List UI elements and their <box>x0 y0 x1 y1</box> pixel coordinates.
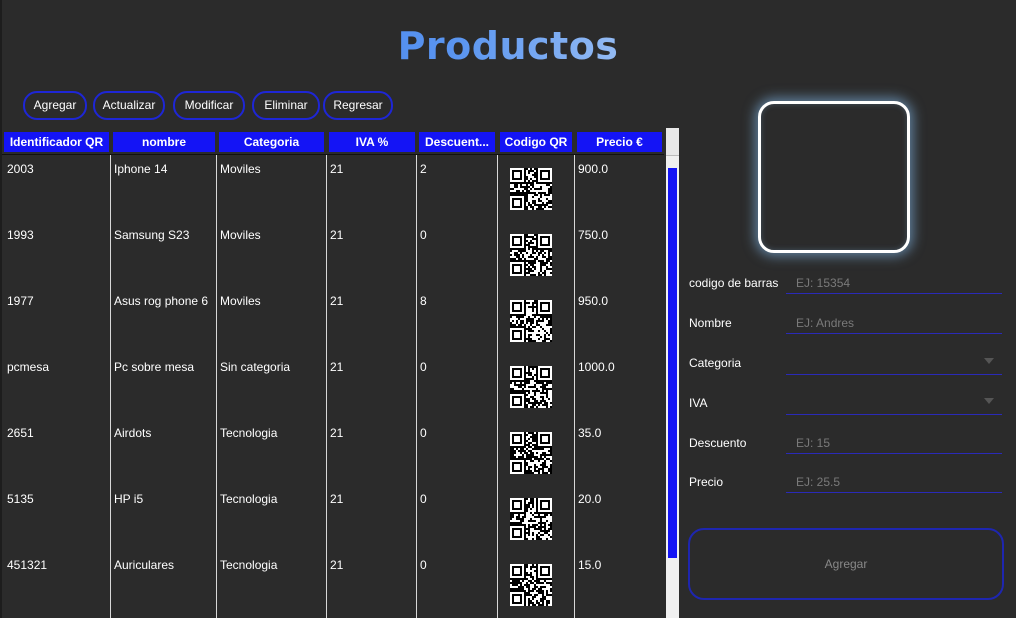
cell-nombre: Samsung S23 <box>114 228 190 242</box>
nombre-field[interactable] <box>786 312 1002 334</box>
column-header-codigo-qr[interactable]: Codigo QR <box>500 132 572 152</box>
cell-id: 2651 <box>7 426 34 440</box>
column-header-descuento[interactable]: Descuent... <box>419 132 495 152</box>
cell-id: 2003 <box>7 162 34 176</box>
table-row[interactable]: 1993 Samsung S23 Moviles 21 0 750.0 <box>2 221 664 287</box>
cell-categoria: Tecnologia <box>220 558 278 572</box>
cell-precio: 950.0 <box>578 294 609 308</box>
qr-code-icon <box>510 300 552 342</box>
cell-iva: 21 <box>330 426 344 440</box>
scrollbar-thumb[interactable] <box>668 168 677 558</box>
cell-descuento: 2 <box>420 162 427 176</box>
cell-nombre: HP i5 <box>114 492 144 506</box>
cell-precio: 900.0 <box>578 162 609 176</box>
cell-precio: 35.0 <box>578 426 602 440</box>
qr-code-icon <box>510 168 552 210</box>
cell-nombre: Airdots <box>114 426 152 440</box>
cell-categoria: Moviles <box>220 294 261 308</box>
categoria-label: Categoria <box>689 356 742 370</box>
iva-select[interactable] <box>786 393 1002 415</box>
cell-iva: 21 <box>330 162 344 176</box>
cell-precio: 750.0 <box>578 228 609 242</box>
cell-categoria: Moviles <box>220 162 261 176</box>
descuento-label: Descuento <box>689 436 747 450</box>
chevron-down-icon <box>984 398 994 404</box>
table-row[interactable]: 2003 Iphone 14 Moviles 21 2 900.0 <box>2 155 664 221</box>
cell-id: 451321 <box>7 558 48 572</box>
codigo-field[interactable] <box>786 272 1002 294</box>
table-row[interactable]: 1977 Asus rog phone 6 Moviles 21 8 950.0 <box>2 287 664 353</box>
cell-iva: 21 <box>330 558 344 572</box>
modificar-button[interactable]: Modificar <box>173 91 245 120</box>
qr-preview-frame <box>758 101 910 253</box>
column-header-iva[interactable]: IVA % <box>329 132 415 152</box>
column-header-categoria[interactable]: Categoria <box>219 132 324 152</box>
cell-descuento: 0 <box>420 426 427 440</box>
qr-code-icon <box>510 366 552 408</box>
table-row[interactable]: 2651 Airdots Tecnologia 21 0 35.0 <box>2 419 664 485</box>
agregar-button[interactable]: Agregar <box>23 91 87 120</box>
qr-code-icon <box>510 498 552 540</box>
cell-id: pcmesa <box>7 360 50 374</box>
cell-categoria: Moviles <box>220 228 261 242</box>
cell-id: 1993 <box>7 228 34 242</box>
cell-descuento: 0 <box>420 228 427 242</box>
regresar-button[interactable]: Regresar <box>323 91 393 120</box>
cell-iva: 21 <box>330 294 344 308</box>
cell-iva: 21 <box>330 228 344 242</box>
descuento-field[interactable] <box>786 432 1002 454</box>
arrow-up-icon[interactable] <box>666 128 679 156</box>
cell-nombre: Iphone 14 <box>114 162 168 176</box>
cell-descuento: 0 <box>420 360 427 374</box>
column-header-precio[interactable]: Precio € <box>577 132 662 152</box>
cell-precio: 20.0 <box>578 492 602 506</box>
column-header-nombre[interactable]: nombre <box>113 132 215 152</box>
cell-categoria: Tecnologia <box>220 426 278 440</box>
precio-field[interactable] <box>786 471 1002 493</box>
cell-nombre: Asus rog phone 6 <box>114 294 209 308</box>
products-table[interactable]: Identificador QR nombre Categoria IVA % … <box>2 128 679 618</box>
cell-iva: 21 <box>330 360 344 374</box>
cell-categoria: Sin categoria <box>220 360 291 374</box>
chevron-down-icon <box>984 358 994 364</box>
actualizar-button[interactable]: Actualizar <box>93 91 165 120</box>
qr-code-icon <box>510 432 552 474</box>
column-header-identificador[interactable]: Identificador QR <box>4 132 109 152</box>
cell-precio: 15.0 <box>578 558 602 572</box>
cell-descuento: 0 <box>420 492 427 506</box>
table-row[interactable]: 451321 Auriculares Tecnologia 21 0 15.0 <box>2 551 664 617</box>
cell-precio: 1000.0 <box>578 360 615 374</box>
qr-code-icon <box>510 564 552 606</box>
cell-id: 5135 <box>7 492 34 506</box>
table-row[interactable]: pcmesa Pc sobre mesa Sin categoria 21 0 1000.… <box>2 353 664 419</box>
cell-nombre: Auriculares <box>114 558 175 572</box>
cell-descuento: 8 <box>420 294 427 308</box>
cell-iva: 21 <box>330 492 344 506</box>
cell-id: 1977 <box>7 294 34 308</box>
nombre-label: Nombre <box>689 316 732 330</box>
precio-label: Precio <box>689 475 724 489</box>
agregar-submit-button[interactable]: Agregar <box>688 528 1004 600</box>
iva-label: IVA <box>689 396 708 410</box>
eliminar-button[interactable]: Eliminar <box>252 91 320 120</box>
cell-descuento: 0 <box>420 558 427 572</box>
cell-nombre: Pc sobre mesa <box>114 360 195 374</box>
qr-code-icon <box>510 234 552 276</box>
codigo-label: codigo de barras <box>689 276 779 290</box>
table-row[interactable]: 5135 HP i5 Tecnologia 21 0 20.0 <box>2 485 664 551</box>
categoria-select[interactable] <box>786 353 1002 375</box>
page-title: Productos <box>0 24 1016 68</box>
cell-categoria: Tecnologia <box>220 492 278 506</box>
